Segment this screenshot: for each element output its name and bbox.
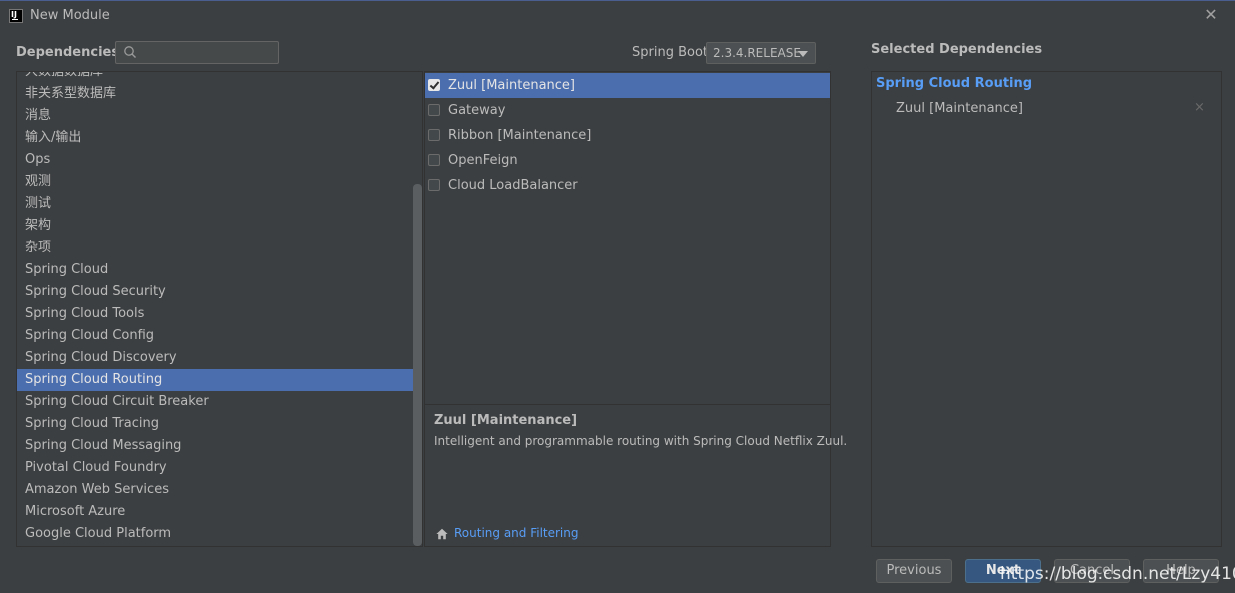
dependency-checkbox[interactable] [428, 104, 440, 116]
category-item[interactable]: Spring Cloud Circuit Breaker [17, 391, 422, 413]
category-item[interactable]: Spring Cloud Messaging [17, 435, 422, 457]
close-icon[interactable]: ✕ [1203, 6, 1219, 24]
selected-dependency-item: Zuul [Maintenance] [896, 101, 1023, 116]
app-logo-icon: IJ [9, 9, 23, 23]
category-item[interactable]: 杂项 [17, 237, 422, 259]
category-item[interactable]: 消息 [17, 105, 422, 127]
description-title: Zuul [Maintenance] [434, 413, 578, 428]
category-item[interactable]: Spring Cloud [17, 259, 422, 281]
guide-link[interactable]: Routing and Filtering [454, 526, 579, 540]
category-item[interactable]: 大数据数据库 [17, 72, 422, 83]
category-item[interactable]: Ops [17, 149, 422, 171]
category-item[interactable]: Spring Cloud Discovery [17, 347, 422, 369]
remove-icon[interactable]: × [1194, 100, 1205, 115]
dependency-label: Ribbon [Maintenance] [448, 128, 592, 143]
category-item[interactable]: Spring Cloud Routing [17, 369, 422, 391]
category-scrollbar[interactable] [413, 184, 422, 546]
dependency-list: Zuul [Maintenance] Gateway Ribbon [Mainten… [424, 71, 831, 547]
spring-boot-label: Spring Boot [632, 45, 709, 60]
spring-boot-version-value: 2.3.4.RELEASE [713, 46, 801, 60]
dependency-checkbox[interactable] [428, 179, 440, 191]
category-item[interactable]: 观测 [17, 171, 422, 193]
dependency-row[interactable]: Ribbon [Maintenance] [425, 123, 830, 148]
category-item[interactable]: Google Cloud Platform [17, 523, 422, 545]
description-text: Intelligent and programmable routing wit… [434, 434, 848, 448]
dependencies-heading: Dependencies [16, 45, 120, 60]
search-input[interactable] [115, 41, 279, 64]
dependency-label: Gateway [448, 103, 506, 118]
selected-group-title: Spring Cloud Routing [876, 76, 1033, 91]
selected-dependencies-panel [871, 71, 1222, 547]
category-item[interactable]: Amazon Web Services [17, 479, 422, 501]
category-item[interactable]: Spring Cloud Config [17, 325, 422, 347]
category-item[interactable]: Spring Cloud Tools [17, 303, 422, 325]
category-item[interactable]: 非关系型数据库 [17, 83, 422, 105]
dependency-label: OpenFeign [448, 153, 518, 168]
dependency-checkbox[interactable] [428, 79, 440, 91]
dependency-checkbox[interactable] [428, 154, 440, 166]
category-item[interactable]: Pivotal Cloud Foundry [17, 457, 422, 479]
category-list: 大数据数据库 非关系型数据库 消息 输入/输出 Ops 观测 测试 架构 杂项 Spring Cl… [16, 71, 423, 547]
category-item[interactable]: 架构 [17, 215, 422, 237]
spring-boot-version-select[interactable]: 2.3.4.RELEASE [706, 42, 816, 64]
description-divider [425, 404, 830, 405]
dependency-row[interactable]: Cloud LoadBalancer [425, 173, 830, 198]
dependency-label: Zuul [Maintenance] [448, 78, 575, 93]
dependency-row[interactable]: OpenFeign [425, 148, 830, 173]
selected-dependencies-heading: Selected Dependencies [871, 42, 1043, 57]
dependency-row[interactable]: Zuul [Maintenance] [425, 73, 830, 98]
search-icon [124, 46, 136, 58]
category-item[interactable]: Spring Cloud Security [17, 281, 422, 303]
category-item[interactable]: 测试 [17, 193, 422, 215]
window-title: New Module [30, 8, 110, 23]
app-logo-text: IJ [11, 10, 17, 19]
dependency-label: Cloud LoadBalancer [448, 178, 578, 193]
category-item[interactable]: 输入/输出 [17, 127, 422, 149]
dependency-row[interactable]: Gateway [425, 98, 830, 123]
previous-button[interactable]: Previous [876, 559, 952, 583]
category-item[interactable]: Microsoft Azure [17, 501, 422, 523]
home-icon [436, 528, 448, 540]
chevron-down-icon [798, 51, 808, 57]
category-item[interactable]: Spring Cloud Tracing [17, 413, 422, 435]
watermark-text: https://blog.csdn.net/Lzy410992 [1000, 564, 1235, 584]
dependency-checkbox[interactable] [428, 129, 440, 141]
